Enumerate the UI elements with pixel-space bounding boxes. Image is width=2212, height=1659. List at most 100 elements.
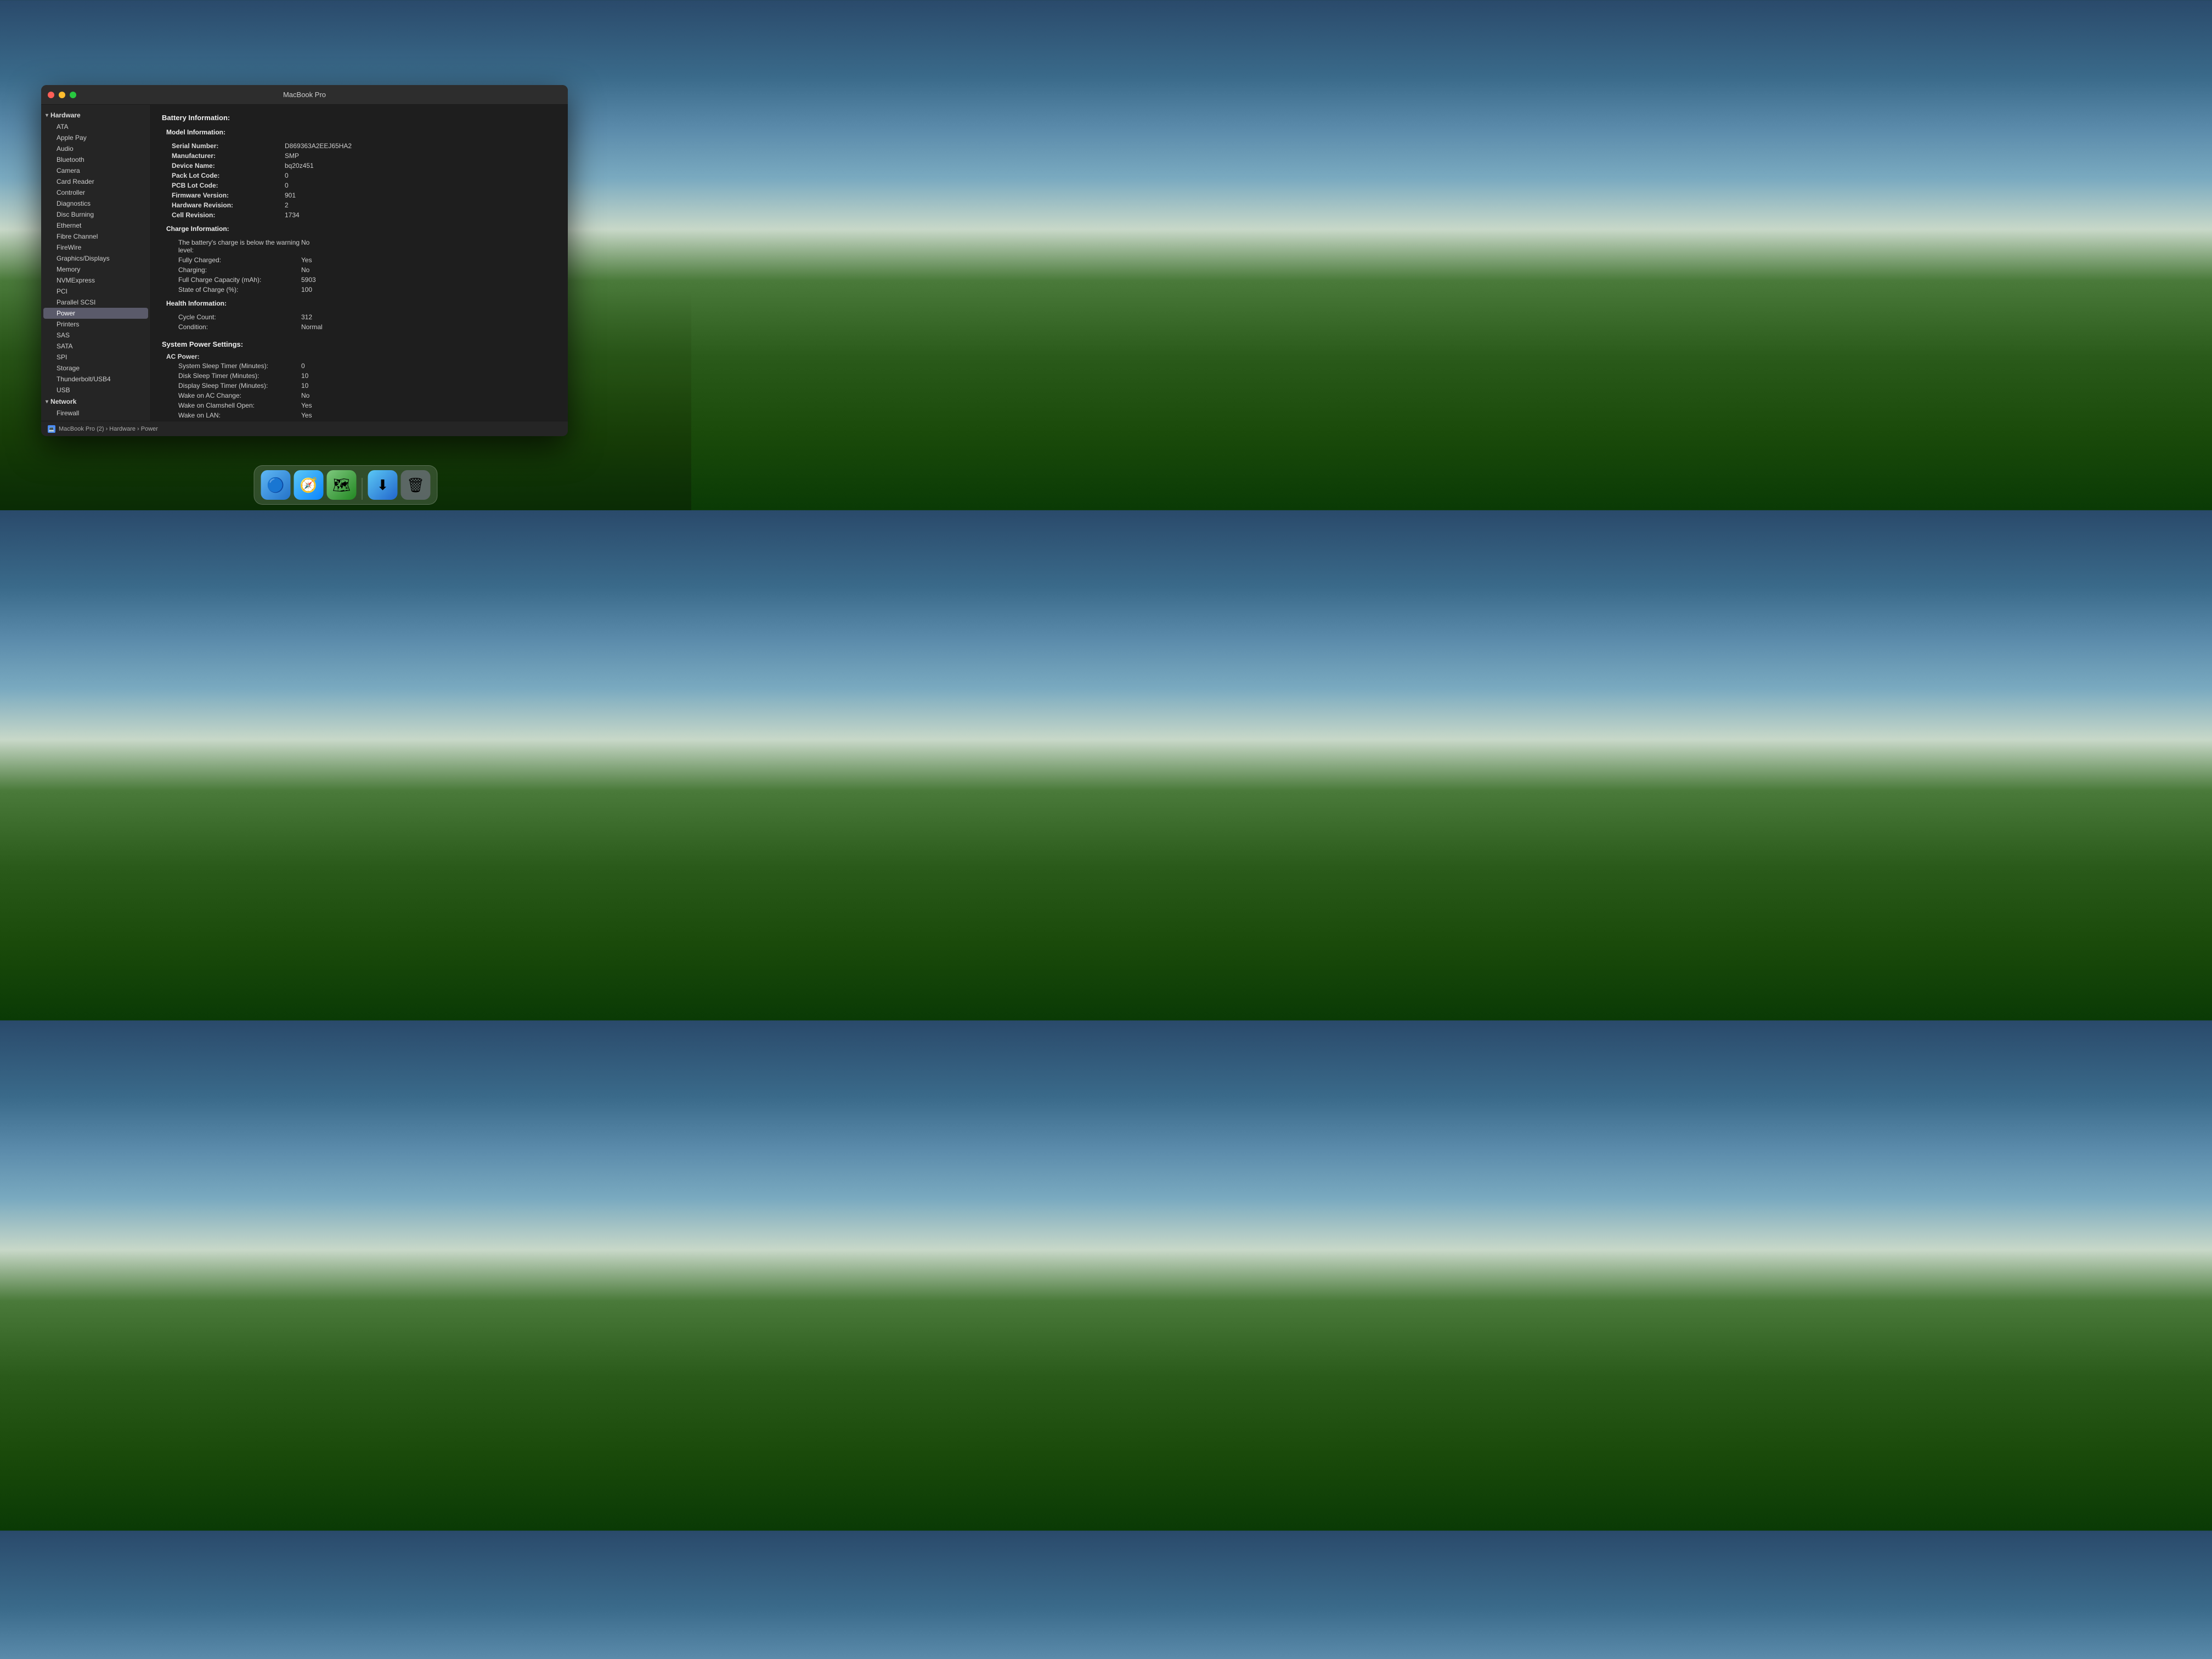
dock-item-trash[interactable]: 🗑 <box>401 470 431 500</box>
wake-on-ac-label: Wake on AC Change: <box>163 391 300 400</box>
charging-label: Charging: <box>163 266 300 274</box>
firmware-version-label: Firmware Version: <box>163 191 284 200</box>
sidebar-item-disc-burning[interactable]: Disc Burning <box>41 209 150 220</box>
sidebar-item-controller[interactable]: Controller <box>41 187 150 198</box>
table-row: Wake on Clamshell Open: Yes <box>163 401 556 410</box>
dock-item-finder[interactable]: 🔵 <box>261 470 291 500</box>
device-name-label: Device Name: <box>163 161 284 170</box>
system-sleep-timer-value: 0 <box>301 362 556 370</box>
table-row: Display Sleep Timer (Minutes): 10 <box>163 381 556 390</box>
table-row: Pack Lot Code: 0 <box>163 171 556 180</box>
system-information-window: MacBook Pro ▾ Hardware ATA Apple Pay Aud… <box>41 85 568 436</box>
sidebar-section-network[interactable]: ▾ Network <box>41 396 150 408</box>
sidebar-item-usb[interactable]: USB <box>41 385 150 396</box>
health-info-table: Cycle Count: 312 Condition: Normal <box>162 312 557 332</box>
charging-value: No <box>301 266 556 274</box>
table-row: Fully Charged: Yes <box>163 256 556 264</box>
table-row: PCB Lot Code: 0 <box>163 181 556 190</box>
table-row: Wake on AC Change: No <box>163 391 556 400</box>
sidebar-item-storage[interactable]: Storage <box>41 363 150 374</box>
sidebar-item-sata[interactable]: SATA <box>41 341 150 352</box>
sidebar-item-power[interactable]: Power <box>43 308 148 319</box>
dock: 🔵 🧭 🗺 ⬇ 🗑 <box>254 465 438 505</box>
model-info-table: Serial Number: D869363A2EEJ65HA2 Manufac… <box>162 140 557 221</box>
cell-revision-label: Cell Revision: <box>163 211 284 219</box>
table-row: Charging: No <box>163 266 556 274</box>
battery-info-title: Battery Information: <box>162 114 557 122</box>
full-charge-capacity-value: 5903 <box>301 275 556 284</box>
pcb-lot-code-label: PCB Lot Code: <box>163 181 284 190</box>
sidebar-item-bluetooth[interactable]: Bluetooth <box>41 154 150 165</box>
sidebar-item-ata[interactable]: ATA <box>41 121 150 132</box>
sidebar-item-parallel-scsi[interactable]: Parallel SCSI <box>41 297 150 308</box>
fully-charged-label: Fully Charged: <box>163 256 300 264</box>
sidebar-item-firewire[interactable]: FireWire <box>41 242 150 253</box>
dock-item-safari[interactable]: 🧭 <box>294 470 324 500</box>
wake-on-lan-value: Yes <box>301 411 556 420</box>
cell-revision-value: 1734 <box>285 211 556 219</box>
display-sleep-timer-label: Display Sleep Timer (Minutes): <box>163 381 300 390</box>
breadcrumb: MacBook Pro (2) › Hardware › Power <box>59 426 158 432</box>
sidebar-item-thunderbolt-usb4[interactable]: Thunderbolt/USB4 <box>41 374 150 385</box>
manufacturer-label: Manufacturer: <box>163 151 284 160</box>
table-row: Hardware Revision: 2 <box>163 201 556 210</box>
ac-power-title: AC Power: <box>166 353 557 360</box>
content-area: Battery Information: Model Information: … <box>151 105 568 421</box>
device-name-value: bq20z451 <box>285 161 556 170</box>
sidebar-item-pci[interactable]: PCI <box>41 286 150 297</box>
dock-item-downloads[interactable]: ⬇ <box>368 470 398 500</box>
chevron-down-icon: ▾ <box>46 112 48 119</box>
window-body: ▾ Hardware ATA Apple Pay Audio Bluetooth… <box>41 105 568 421</box>
sidebar-section-hardware[interactable]: ▾ Hardware <box>41 109 150 121</box>
maximize-button[interactable] <box>70 92 76 98</box>
table-row: Cell Revision: 1734 <box>163 211 556 219</box>
table-row: Condition: Normal <box>163 323 556 331</box>
table-row: Full Charge Capacity (mAh): 5903 <box>163 275 556 284</box>
charge-warning-label: The battery's charge is below the warnin… <box>163 238 300 255</box>
sidebar-item-memory[interactable]: Memory <box>41 264 150 275</box>
dock-item-maps[interactable]: 🗺 <box>327 470 357 500</box>
sidebar-item-spi[interactable]: SPI <box>41 352 150 363</box>
table-row: Serial Number: D869363A2EEJ65HA2 <box>163 142 556 150</box>
chevron-down-icon-network: ▾ <box>46 399 48 405</box>
minimize-button[interactable] <box>59 92 65 98</box>
display-sleep-timer-value: 10 <box>301 381 556 390</box>
sidebar-item-apple-pay[interactable]: Apple Pay <box>41 132 150 143</box>
sidebar-item-card-reader[interactable]: Card Reader <box>41 176 150 187</box>
sidebar-item-ethernet[interactable]: Ethernet <box>41 220 150 231</box>
sidebar-item-printers[interactable]: Printers <box>41 319 150 330</box>
sidebar-item-nvmexpress[interactable]: NVMExpress <box>41 275 150 286</box>
serial-number-value: D869363A2EEJ65HA2 <box>285 142 556 150</box>
close-button[interactable] <box>48 92 54 98</box>
charge-info-table: The battery's charge is below the warnin… <box>162 237 557 295</box>
sidebar-item-fibre-channel[interactable]: Fibre Channel <box>41 231 150 242</box>
fully-charged-value: Yes <box>301 256 556 264</box>
table-row: Wake on LAN: Yes <box>163 411 556 420</box>
sidebar-item-graphics-displays[interactable]: Graphics/Displays <box>41 253 150 264</box>
window-title: MacBook Pro <box>283 91 326 99</box>
sidebar-item-diagnostics[interactable]: Diagnostics <box>41 198 150 209</box>
state-of-charge-label: State of Charge (%): <box>163 285 300 294</box>
status-bar: 💻 MacBook Pro (2) › Hardware › Power <box>41 421 568 436</box>
sidebar-item-camera[interactable]: Camera <box>41 165 150 176</box>
wake-on-clamshell-label: Wake on Clamshell Open: <box>163 401 300 410</box>
sidebar-item-audio[interactable]: Audio <box>41 143 150 154</box>
cycle-count-label: Cycle Count: <box>163 313 300 321</box>
table-row: Disk Sleep Timer (Minutes): 10 <box>163 371 556 380</box>
serial-number-label: Serial Number: <box>163 142 284 150</box>
pack-lot-code-label: Pack Lot Code: <box>163 171 284 180</box>
state-of-charge-value: 100 <box>301 285 556 294</box>
pack-lot-code-value: 0 <box>285 171 556 180</box>
sidebar-item-firewall[interactable]: Firewall <box>41 408 150 419</box>
table-row: Manufacturer: SMP <box>163 151 556 160</box>
firmware-version-value: 901 <box>285 191 556 200</box>
full-charge-capacity-label: Full Charge Capacity (mAh): <box>163 275 300 284</box>
sidebar-item-sas[interactable]: SAS <box>41 330 150 341</box>
condition-value: Normal <box>301 323 556 331</box>
manufacturer-value: SMP <box>285 151 556 160</box>
health-info-title: Health Information: <box>166 300 557 307</box>
condition-label: Condition: <box>163 323 300 331</box>
title-bar: MacBook Pro <box>41 85 568 105</box>
wake-on-ac-value: No <box>301 391 556 400</box>
table-row: Firmware Version: 901 <box>163 191 556 200</box>
